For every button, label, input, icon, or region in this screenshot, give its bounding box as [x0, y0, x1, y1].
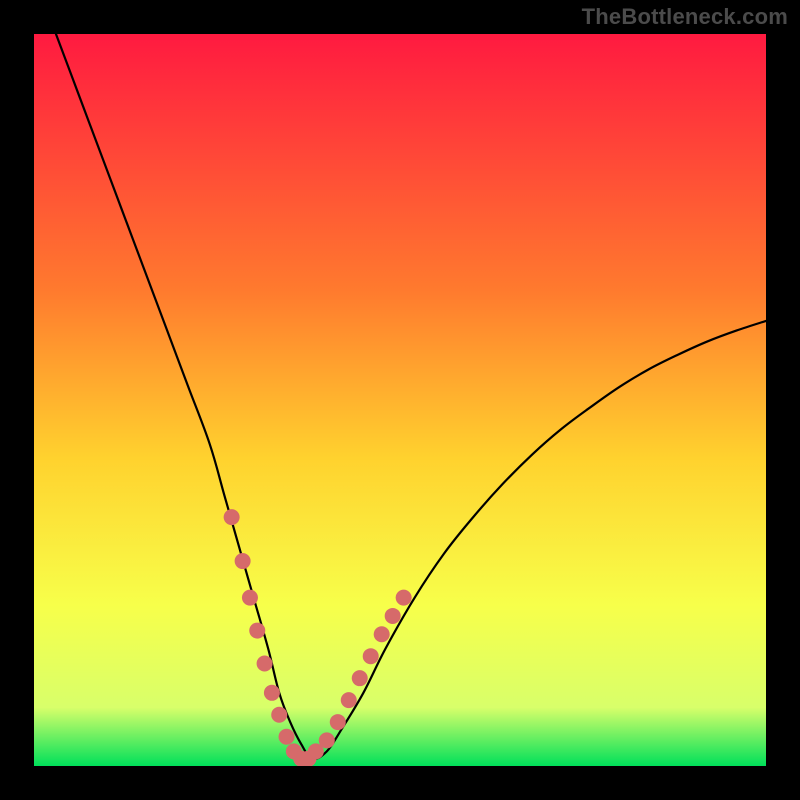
marker-point — [374, 626, 390, 642]
watermark-text: TheBottleneck.com — [582, 4, 788, 30]
plot-area — [34, 34, 766, 766]
chart-frame: TheBottleneck.com — [0, 0, 800, 800]
marker-point — [396, 590, 412, 606]
marker-point — [257, 656, 273, 672]
marker-point — [249, 623, 265, 639]
marker-point — [363, 648, 379, 664]
bottleneck-chart — [34, 34, 766, 766]
marker-point — [385, 608, 401, 624]
marker-point — [224, 509, 240, 525]
marker-point — [242, 590, 258, 606]
marker-point — [271, 707, 287, 723]
marker-point — [235, 553, 251, 569]
marker-point — [341, 692, 357, 708]
marker-point — [330, 714, 346, 730]
marker-point — [264, 685, 280, 701]
marker-point — [279, 729, 295, 745]
marker-point — [319, 732, 335, 748]
gradient-background — [34, 34, 766, 766]
marker-point — [352, 670, 368, 686]
